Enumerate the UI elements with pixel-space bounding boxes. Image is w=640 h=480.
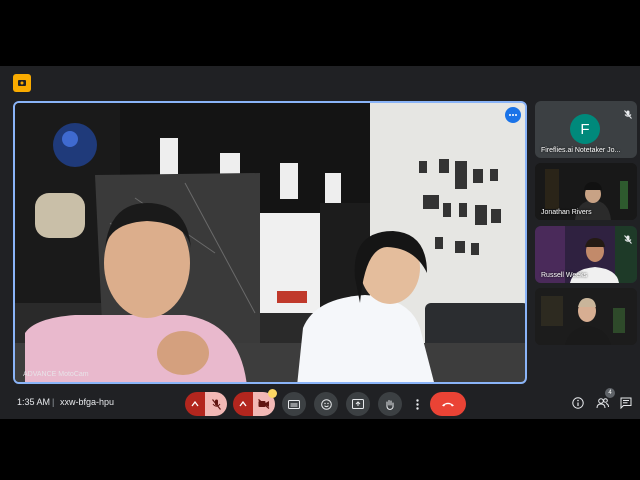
info-icon[interactable]: [572, 396, 584, 414]
meeting-code: xxw-bfga-hpu: [60, 397, 115, 407]
meet-window: ADVANCE MotoCam F Fireflies.ai Notetaker…: [0, 66, 640, 419]
raise-hand-icon[interactable]: [378, 392, 402, 416]
participant-tile-fireflies[interactable]: F Fireflies.ai Notetaker Jo...: [535, 101, 637, 158]
participant-tile-russell[interactable]: Russell Weeks: [535, 226, 637, 283]
participant-name: Jonathan Rivers: [541, 209, 592, 216]
mic-options-chevron-icon[interactable]: [185, 392, 205, 416]
main-video-tile[interactable]: ADVANCE MotoCam: [13, 101, 527, 384]
people-icon[interactable]: [596, 396, 609, 414]
mic-off-icon: [624, 106, 632, 124]
participant-tile-jonathan[interactable]: Jonathan Rivers: [535, 163, 637, 220]
participant-name: Russell Weeks: [541, 272, 588, 279]
meeting-time: 1:35 AM: [17, 397, 51, 407]
camera-label: ADVANCE MotoCam: [23, 371, 89, 378]
emoji-icon[interactable]: [314, 392, 338, 416]
recording-badge-icon[interactable]: [13, 74, 31, 92]
chat-icon[interactable]: [620, 396, 632, 414]
bottom-toolbar: 1:35 AM | xxw-bfga-hpu 4: [0, 386, 640, 419]
mic-off-icon[interactable]: [205, 392, 227, 416]
avatar: F: [570, 114, 600, 144]
warning-icon: [268, 389, 277, 398]
hang-up-icon[interactable]: [430, 392, 466, 416]
participant-name: Fireflies.ai Notetaker Jo...: [541, 147, 621, 154]
participant-tile-4[interactable]: [535, 288, 637, 345]
participant-video: [535, 288, 637, 345]
divider: |: [52, 397, 55, 407]
captions-icon[interactable]: [282, 392, 306, 416]
more-vert-icon[interactable]: [410, 392, 424, 416]
camera-options-chevron-icon[interactable]: [233, 392, 253, 416]
more-options-icon[interactable]: [505, 107, 521, 123]
participant-count-badge: 4: [605, 388, 615, 398]
main-video-feed: [15, 103, 525, 382]
mic-off-icon: [624, 231, 632, 249]
present-icon[interactable]: [346, 392, 370, 416]
